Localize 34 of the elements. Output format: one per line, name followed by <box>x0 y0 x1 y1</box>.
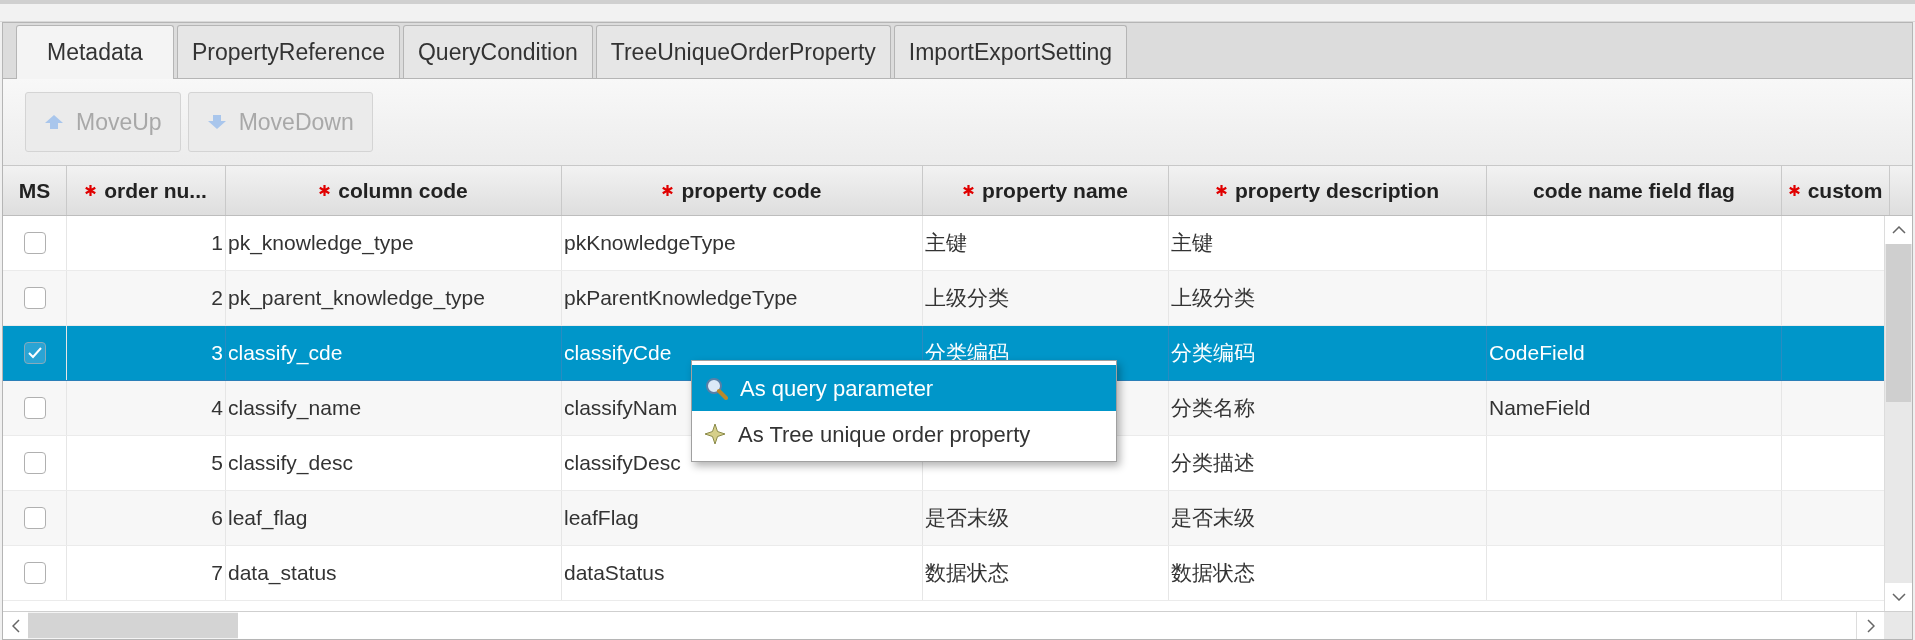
table-cell-text: 1 <box>211 230 223 257</box>
table-cell-text: NameField <box>1489 395 1591 422</box>
table-cell-text: data_status <box>228 560 337 587</box>
table-cell-text: classifyNam <box>564 395 678 422</box>
table-cell-text: 5 <box>211 450 223 477</box>
table-cell-text: pk_knowledge_type <box>228 230 414 257</box>
table-cell-text: 4 <box>211 395 223 422</box>
table-cell-text: 6 <box>211 505 223 532</box>
table-cell-text: 2 <box>211 285 223 312</box>
table-cell-text: 上级分类 <box>925 285 1009 312</box>
table-cell-text: 主键 <box>1171 230 1213 257</box>
table-cell-text: classify_name <box>228 395 362 422</box>
table-cell-text: pkKnowledgeType <box>564 230 736 257</box>
table-cell-text: 主键 <box>925 230 967 257</box>
table-cell-text: CodeField <box>1489 340 1585 367</box>
table-cell-text: classifyDesc <box>564 450 681 477</box>
table-cell-text: 7 <box>211 560 223 587</box>
table-cell-text: classify_desc <box>228 450 353 477</box>
table-cell-text: dataStatus <box>564 560 665 587</box>
table-cell-text: pkParentKnowledgeType <box>564 285 798 312</box>
table-cell-text: 是否末级 <box>1171 505 1255 532</box>
table-cell-text: leaf_flag <box>228 505 308 532</box>
table-cell-text: classifyCde <box>564 340 672 367</box>
table-cell-text: 分类编码 <box>1171 340 1255 367</box>
table-cell-text: leafFlag <box>564 505 639 532</box>
table-cell-text: 分类名称 <box>1171 395 1255 422</box>
table-cell-text: 分类描述 <box>1171 450 1255 477</box>
table-cell-text: 数据状态 <box>925 560 1009 587</box>
table-cell-text: 是否末级 <box>925 505 1009 532</box>
table-cell-text: 数据状态 <box>1171 560 1255 587</box>
table-cell-text: classify_cde <box>228 340 343 367</box>
table-cell-text: 上级分类 <box>1171 285 1255 312</box>
table-cell-text: pk_parent_knowledge_type <box>228 285 485 312</box>
table-cell-text: 3 <box>211 340 223 367</box>
